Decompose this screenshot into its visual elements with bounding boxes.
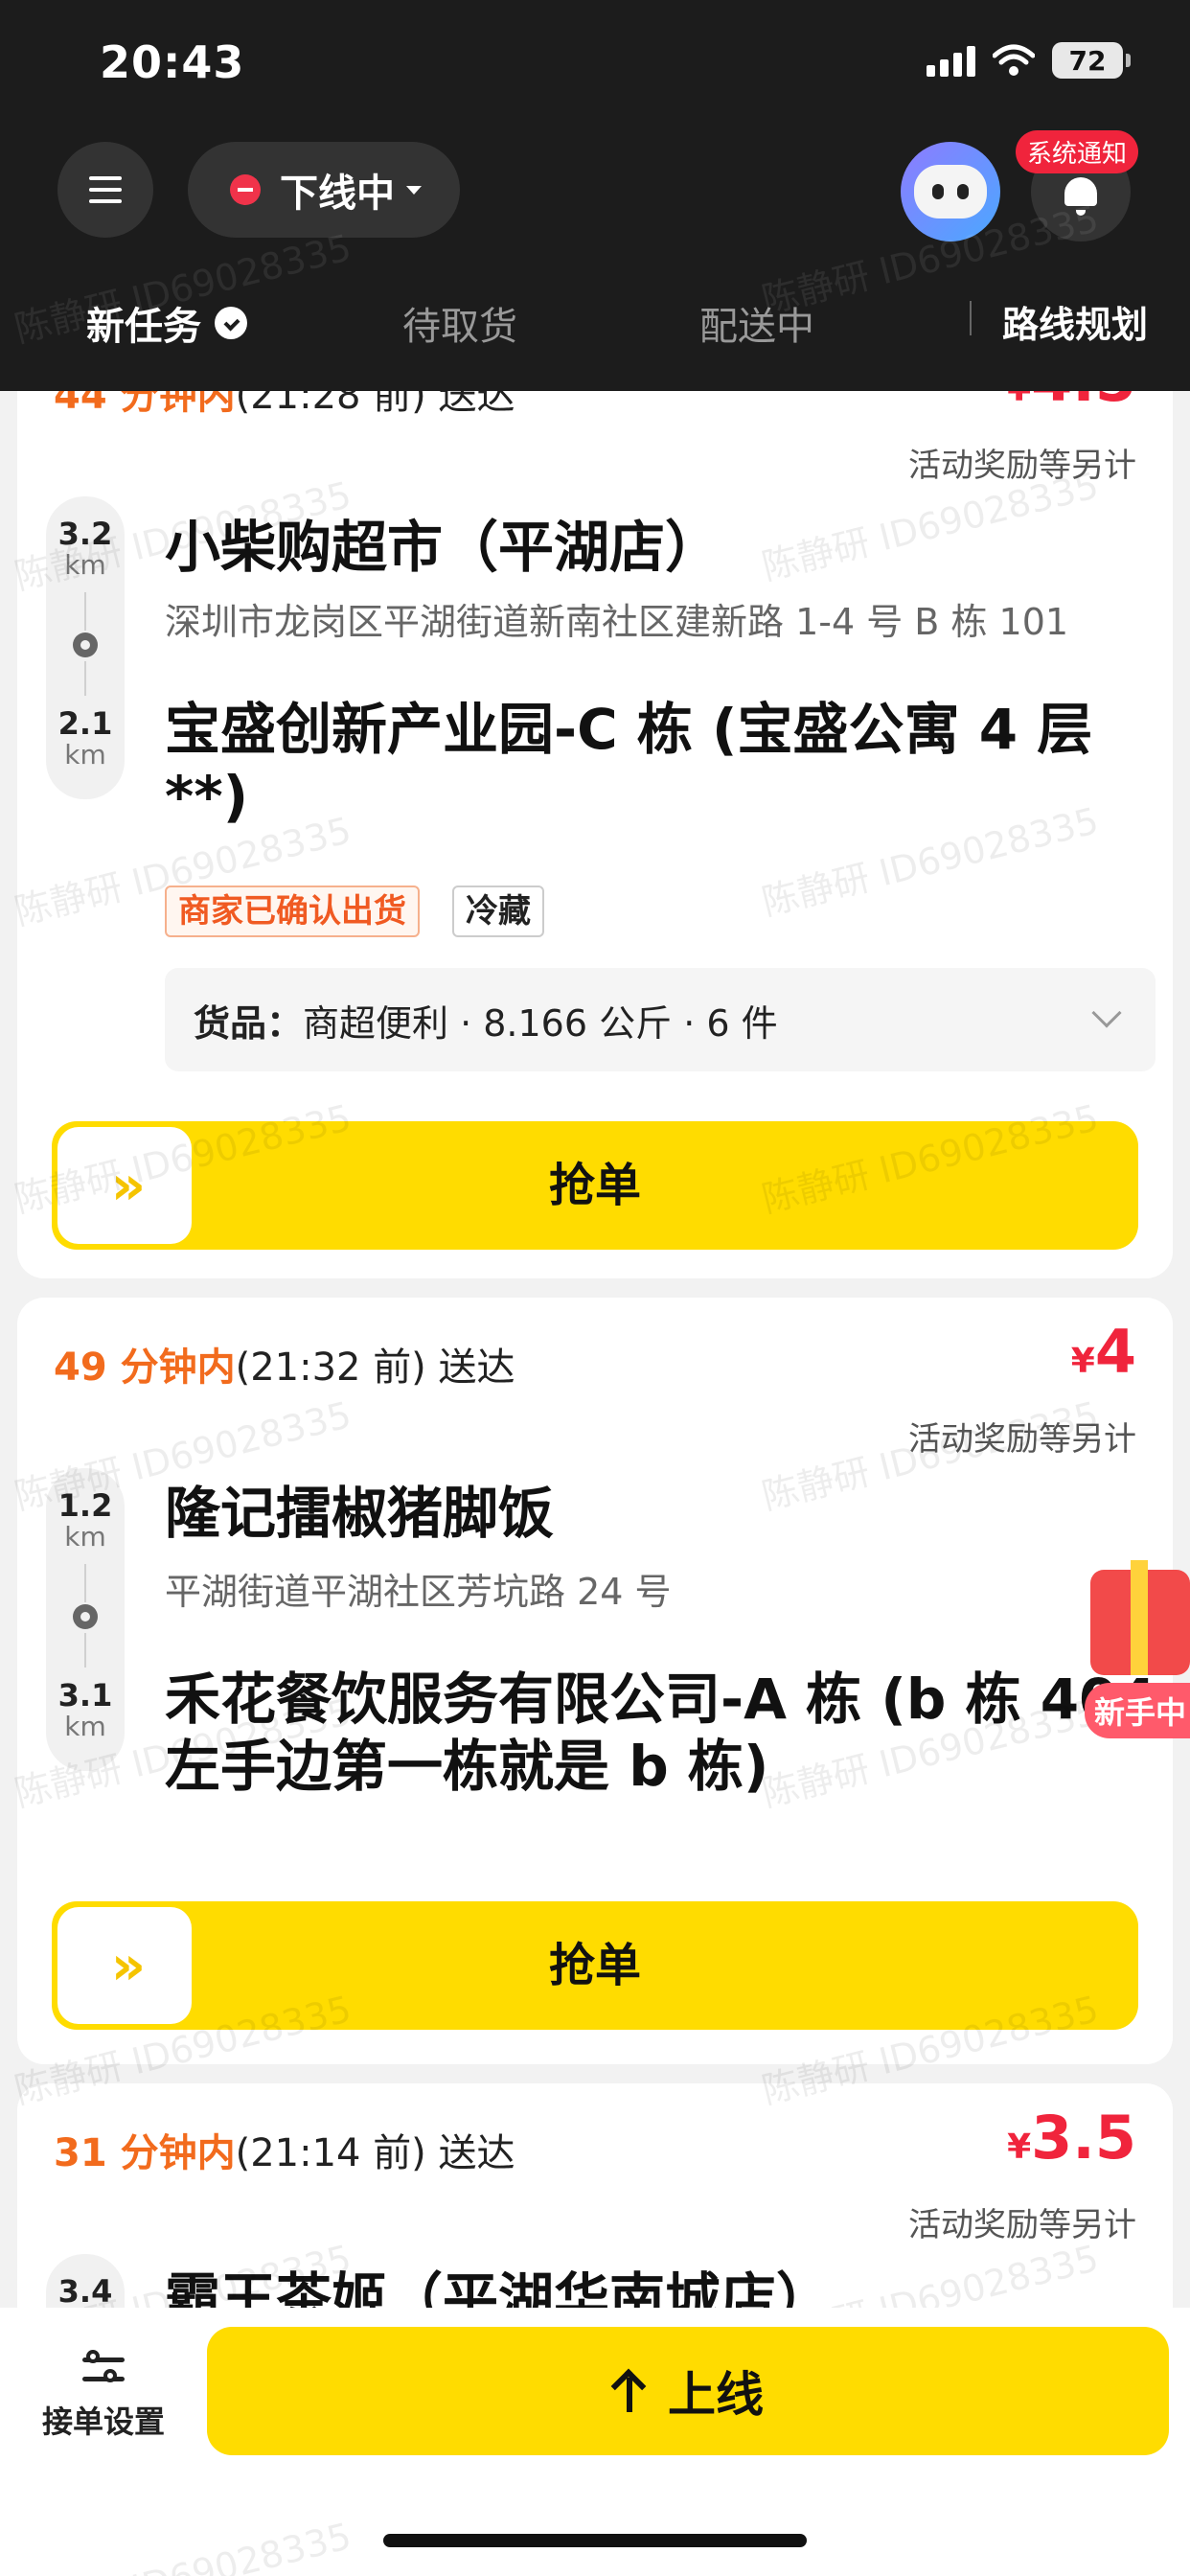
grab-order-label: 抢单	[548, 1159, 641, 1212]
goods-label: 货品：	[194, 1001, 304, 1045]
pickup-distance: 3.4	[57, 2273, 113, 2308]
tab-label: 新任务	[86, 305, 201, 349]
delivery-eta: 49 分钟内(21:32 前) 送达	[54, 1346, 515, 1390]
gift-ribbon	[1131, 1560, 1148, 1675]
delivery-eta: 31 分钟内(21:14 前) 送达	[54, 2131, 515, 2175]
goods-summary[interactable]: 货品： 商超便利 · 8.166 公斤 · 6 件	[165, 968, 1156, 1071]
robot-icon	[914, 165, 987, 218]
order-price: ¥4.5	[1007, 391, 1136, 415]
location-pin-icon	[73, 632, 98, 657]
pickup-distance: 1.2 km	[57, 1487, 113, 1553]
watermark: 陈静研 ID69028335	[9, 2506, 356, 2576]
system-notice-badge[interactable]: 系统通知	[1016, 130, 1139, 173]
shop-address: 平湖街道平湖社区芳坑路 24 号	[165, 1571, 672, 1613]
order-price: ¥3.5	[1007, 2103, 1136, 2173]
goods-detail: 商超便利 · 8.166 公斤 · 6 件	[303, 1001, 778, 1045]
tab-delivering[interactable]: 配送中	[699, 295, 814, 351]
distance-rail: 1.2 km 3.1 km	[46, 1468, 125, 1771]
refrigerated-tag: 冷藏	[452, 886, 544, 937]
hamburger-icon	[89, 176, 122, 203]
order-card: 31 分钟内(21:14 前) 送达 ¥3.5 活动奖励等另计 3.4 霸王茶姬…	[17, 2083, 1173, 2308]
distance-rail: 3.4	[46, 2254, 125, 2308]
status-time: 20:43	[100, 36, 245, 88]
location-pin-icon	[73, 1604, 98, 1629]
grab-order-slider[interactable]: 抢单 »	[52, 1901, 1138, 2030]
offline-status-icon	[230, 174, 261, 205]
slide-handle-chevrons-icon[interactable]: »	[57, 1127, 192, 1244]
newbie-gift-label: 新手中	[1085, 1683, 1190, 1738]
pickup-distance: 3.2 km	[57, 516, 113, 582]
tab-new-tasks[interactable]: 新任务	[86, 295, 247, 351]
status-icons: 72	[927, 42, 1131, 79]
order-settings-button[interactable]: 接单设置	[36, 2348, 171, 2442]
reward-note: 活动奖励等另计	[908, 1420, 1136, 1459]
online-status-label: 下线中	[280, 172, 395, 216]
home-indicator	[383, 2534, 807, 2547]
destination-address: 禾花餐饮服务有限公司-A 栋 (b 栋 404 左手边第一栋就是 b 栋)	[165, 1667, 1156, 1799]
battery-indicator: 72	[1052, 42, 1131, 79]
slide-handle-chevrons-icon[interactable]: »	[57, 1907, 192, 2024]
order-tabs: 新任务 待取货 配送中 路线规划	[0, 288, 1190, 356]
shop-address: 深圳市龙岗区平湖街道新南社区建新路 1-4 号 B 栋 101	[165, 601, 1069, 643]
go-online-label: 上线	[668, 2367, 764, 2423]
dropoff-distance: 3.1 km	[57, 1677, 113, 1743]
arrow-up-icon	[612, 2370, 647, 2412]
online-status-dropdown[interactable]: 下线中	[188, 142, 460, 238]
grab-order-label: 抢单	[548, 1939, 641, 1992]
distance-rail: 3.2 km 2.1 km	[46, 496, 125, 799]
merchant-confirmed-tag: 商家已确认出货	[165, 886, 420, 937]
order-settings-label: 接单设置	[41, 2404, 165, 2440]
newbie-gift-widget[interactable]: 新手中	[1083, 1560, 1190, 1738]
shop-name: 隆记擂椒猪脚饭	[165, 1481, 555, 1546]
check-circle-icon	[215, 307, 247, 339]
order-card: 49 分钟内(21:32 前) 送达 ¥4 活动奖励等另计 1.2 km 3.1 k…	[17, 1298, 1173, 2064]
route-planning-button[interactable]: 路线规划	[1002, 295, 1148, 348]
caret-down-icon	[406, 185, 422, 195]
order-list[interactable]: 44 分钟内(21:28 前) 送达 ¥4.5 活动奖励等另计 3.2km 2.…	[0, 391, 1190, 2308]
assistant-robot-button[interactable]	[901, 142, 1000, 242]
chevron-down-icon	[1091, 998, 1122, 1028]
order-card: 44 分钟内(21:28 前) 送达 ¥4.5 活动奖励等另计 3.2km 2.…	[17, 391, 1173, 1278]
tab-divider	[970, 301, 972, 335]
shop-name: 小柴购超市（平湖店）	[165, 515, 721, 580]
delivery-eta: 44 分钟内(21:28 前) 送达	[54, 391, 515, 418]
bottom-action-bar: 接单设置 上线 陈静研 ID69028335	[0, 2308, 1190, 2576]
bell-icon	[1064, 177, 1097, 216]
reward-note: 活动奖励等另计	[908, 447, 1136, 485]
shop-name: 霸王茶姬（平湖华南城店）	[165, 2266, 833, 2308]
cellular-signal-icon	[927, 44, 975, 77]
go-online-button[interactable]: 上线	[207, 2327, 1169, 2455]
wifi-icon	[993, 44, 1035, 76]
dropoff-distance: 2.1 km	[57, 705, 113, 771]
grab-order-slider[interactable]: 抢单 »	[52, 1121, 1138, 1250]
reward-note: 活动奖励等另计	[908, 2206, 1136, 2244]
destination-address: 宝盛创新产业园-C 栋 (宝盛公寓 4 层 **)	[165, 697, 1093, 829]
order-price: ¥4	[1070, 1317, 1136, 1387]
top-header: 20:43 72 下线中 系统通知 新任务 待取货 配送中 路线规划 陈静研 I…	[0, 0, 1190, 391]
tab-pending-pickup[interactable]: 待取货	[402, 295, 517, 351]
sliders-icon	[82, 2348, 125, 2390]
menu-button[interactable]	[57, 142, 153, 238]
